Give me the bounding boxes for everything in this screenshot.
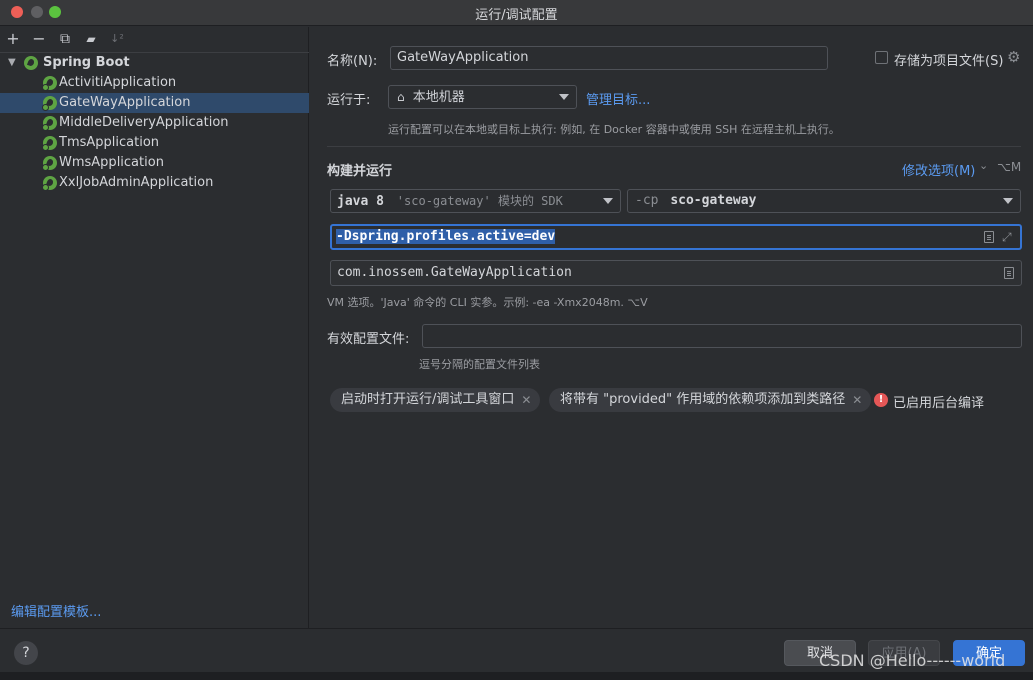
tree-item-middle-delivery[interactable]: MiddleDeliveryApplication bbox=[0, 113, 309, 133]
vm-options-input[interactable]: -Dspring.profiles.active=dev ⤢ bbox=[330, 224, 1022, 250]
chevron-down-icon bbox=[603, 198, 613, 204]
tree-item-tms[interactable]: TmsApplication bbox=[0, 133, 309, 153]
run-on-value: 本地机器 bbox=[412, 90, 465, 105]
vm-options-hint: VM 选项。'Java' 命令的 CLI 实参。示例: -ea -Xmx2048… bbox=[327, 296, 648, 309]
main-class-input[interactable]: com.inossem.GateWayApplication bbox=[330, 260, 1022, 286]
store-as-file-checkbox[interactable] bbox=[875, 51, 888, 64]
configuration-form: 名称(N): GateWayApplication 存储为项目文件(S) ⚙ 运… bbox=[310, 27, 1033, 628]
sdk-java: java 8 bbox=[337, 194, 384, 209]
run-config-icon bbox=[42, 84, 49, 91]
sdk-description: 'sco-gateway' 模块的 SDK bbox=[396, 194, 563, 208]
tree-item-label: GateWayApplication bbox=[59, 95, 191, 110]
gear-icon[interactable]: ⚙ bbox=[1007, 48, 1020, 66]
active-profiles-input[interactable] bbox=[422, 324, 1022, 348]
chevron-down-icon bbox=[1003, 198, 1013, 204]
tree-node-spring-boot[interactable]: ▼ Spring Boot bbox=[0, 53, 309, 73]
tree-item-label: MiddleDeliveryApplication bbox=[59, 115, 229, 130]
copy-icon[interactable]: ⧉ bbox=[56, 30, 74, 48]
store-as-file-label[interactable]: 存储为项目文件(S) bbox=[894, 50, 1003, 69]
help-button[interactable]: ? bbox=[14, 641, 38, 665]
run-on-hint: 运行配置可以在本地或目标上执行: 例如, 在 Docker 容器中或使用 SSH… bbox=[388, 123, 840, 136]
vm-options-value: -Dspring.profiles.active=dev bbox=[336, 229, 556, 244]
cp-flag: -cp bbox=[635, 193, 659, 208]
sort-icon[interactable]: ↓² bbox=[108, 30, 126, 48]
build-run-title: 构建并运行 bbox=[327, 164, 393, 179]
option-chip-provided-scope[interactable]: 将带有 "provided" 作用域的依赖项添加到类路径 ✕ bbox=[549, 388, 872, 412]
error-icon: ! bbox=[874, 393, 888, 407]
document-icon[interactable] bbox=[984, 231, 994, 243]
modify-options-link[interactable]: 修改选项(M) bbox=[902, 160, 975, 179]
tree-item-label: XxlJobAdminApplication bbox=[59, 175, 214, 190]
run-config-icon bbox=[42, 124, 49, 131]
chip-label: 启动时打开运行/调试工具窗口 bbox=[341, 392, 515, 407]
name-input[interactable]: GateWayApplication bbox=[390, 46, 828, 70]
expand-icon[interactable]: ⤢ bbox=[1002, 226, 1012, 248]
modify-options-shortcut: ⌥M bbox=[997, 160, 1022, 174]
run-config-icon bbox=[42, 104, 49, 111]
watermark: CSDN @Hello------world bbox=[819, 651, 1006, 670]
run-config-icon bbox=[42, 144, 49, 151]
run-config-icon bbox=[42, 184, 49, 191]
tree-item-label: ActivitiApplication bbox=[59, 75, 177, 90]
chevron-down-icon bbox=[559, 94, 569, 100]
edit-templates-link[interactable]: 编辑配置模板... bbox=[11, 601, 101, 620]
close-icon[interactable]: ✕ bbox=[521, 388, 531, 412]
tree-item-xxljob-admin[interactable]: XxlJobAdminApplication bbox=[0, 173, 309, 193]
jre-select[interactable]: java 8 'sco-gateway' 模块的 SDK bbox=[330, 189, 621, 213]
section-divider bbox=[327, 146, 1021, 147]
spring-boot-icon bbox=[24, 56, 38, 70]
configurations-sidebar: + − ⧉ ▰ ↓² ▼ Spring Boot ActivitiApplica… bbox=[0, 27, 309, 628]
tree-item-activiti[interactable]: ActivitiApplication bbox=[0, 73, 309, 93]
main-class-value: com.inossem.GateWayApplication bbox=[337, 265, 572, 280]
tree-item-wms[interactable]: WmsApplication bbox=[0, 153, 309, 173]
close-icon[interactable]: ✕ bbox=[852, 388, 862, 412]
run-config-icon bbox=[42, 164, 49, 171]
document-icon[interactable] bbox=[1004, 267, 1014, 279]
chevron-down-icon: ⌄ bbox=[979, 159, 989, 172]
folder-icon[interactable]: ▰ bbox=[82, 30, 100, 48]
active-profiles-hint: 逗号分隔的配置文件列表 bbox=[419, 358, 540, 371]
manage-targets-link[interactable]: 管理目标... bbox=[586, 89, 650, 108]
tree-item-label: WmsApplication bbox=[59, 155, 164, 170]
run-on-select[interactable]: ⌂ 本地机器 bbox=[388, 85, 577, 109]
sidebar-toolbar: + − ⧉ ▰ ↓² bbox=[0, 27, 308, 51]
title-bar: 运行/调试配置 bbox=[0, 0, 1033, 26]
home-icon: ⌂ bbox=[397, 90, 405, 104]
window-title: 运行/调试配置 bbox=[475, 8, 558, 23]
tree-item-gateway[interactable]: GateWayApplication bbox=[0, 93, 309, 113]
chevron-down-icon[interactable]: ▼ bbox=[8, 53, 16, 73]
tree-item-label: TmsApplication bbox=[59, 135, 160, 150]
add-icon[interactable]: + bbox=[4, 30, 22, 48]
classpath-module-select[interactable]: -cp sco-gateway bbox=[627, 189, 1021, 213]
tree-node-label: Spring Boot bbox=[43, 55, 130, 70]
chip-label: 将带有 "provided" 作用域的依赖项添加到类路径 bbox=[560, 392, 846, 407]
option-chip-open-tool-window[interactable]: 启动时打开运行/调试工具窗口 ✕ bbox=[330, 388, 541, 412]
name-label: 名称(N): bbox=[327, 54, 378, 69]
console-strip bbox=[0, 672, 1033, 680]
run-on-label: 运行于: bbox=[327, 93, 371, 108]
background-compilation-warning: 已启用后台编译 bbox=[893, 396, 985, 411]
remove-icon[interactable]: − bbox=[30, 30, 48, 48]
cp-module: sco-gateway bbox=[670, 193, 757, 208]
active-profiles-label: 有效配置文件: bbox=[327, 332, 410, 347]
configuration-tree: ▼ Spring Boot ActivitiApplication GateWa… bbox=[0, 52, 309, 193]
